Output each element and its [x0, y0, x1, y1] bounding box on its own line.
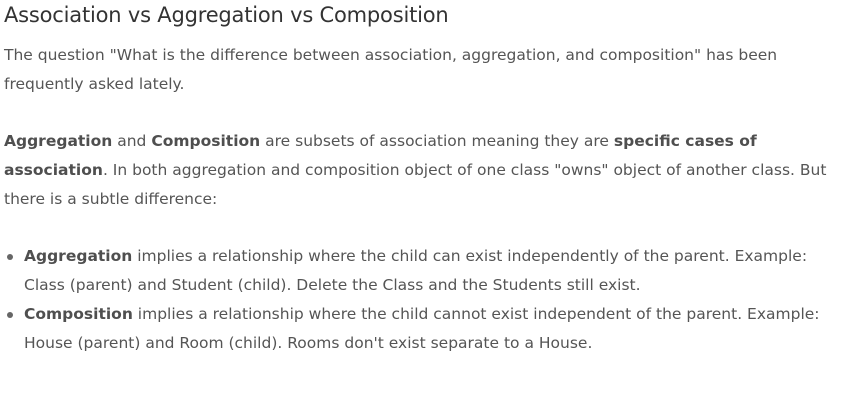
- list-text: implies a relationship where the child c…: [24, 305, 820, 352]
- article: Association vs Aggregation vs Compositio…: [4, 0, 844, 358]
- list-item-aggregation: Aggregation implies a relationship where…: [7, 242, 844, 300]
- connector-text: and: [112, 132, 152, 150]
- list-item-composition: Composition implies a relationship where…: [7, 300, 844, 358]
- bullet-icon: [7, 312, 13, 318]
- definition-list: Aggregation implies a relationship where…: [4, 242, 844, 358]
- page-title: Association vs Aggregation vs Compositio…: [4, 3, 449, 27]
- intro-paragraph: The question "What is the difference bet…: [4, 46, 778, 93]
- subsets-middle-text: are subsets of association meaning they …: [260, 132, 614, 150]
- composition-term: Composition: [151, 132, 261, 150]
- subsets-paragraph: Aggregation and Composition are subsets …: [4, 127, 844, 214]
- list-term: Aggregation: [24, 247, 133, 265]
- list-term: Composition: [24, 305, 133, 323]
- list-text: implies a relationship where the child c…: [24, 247, 808, 294]
- subsets-rest-text: . In both aggregation and composition ob…: [4, 161, 827, 208]
- aggregation-term: Aggregation: [4, 132, 113, 150]
- bullet-icon: [7, 254, 13, 260]
